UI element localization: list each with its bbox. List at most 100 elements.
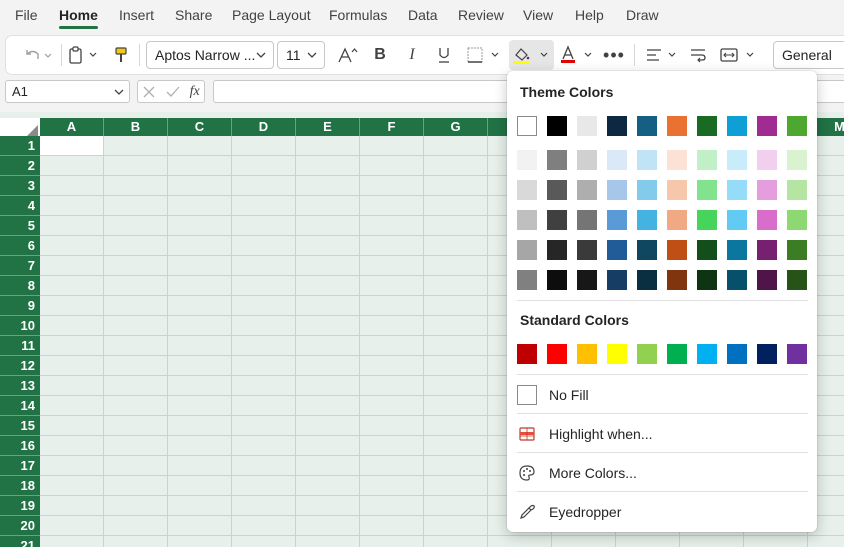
theme-color-swatch[interactable] — [757, 210, 777, 230]
theme-color-swatch[interactable] — [727, 270, 747, 290]
tab-page-layout[interactable]: Page Layout — [232, 7, 311, 23]
theme-color-swatch[interactable] — [667, 180, 687, 200]
row-header-1[interactable]: 1 — [0, 136, 40, 156]
theme-color-swatch[interactable] — [787, 150, 807, 170]
theme-color-swatch[interactable] — [727, 210, 747, 230]
theme-color-swatch[interactable] — [577, 150, 597, 170]
number-format-combo[interactable]: General — [773, 41, 844, 69]
row-header-10[interactable]: 10 — [0, 316, 40, 336]
theme-color-swatch[interactable] — [607, 270, 627, 290]
row-header-8[interactable]: 8 — [0, 276, 40, 296]
row-header-6[interactable]: 6 — [0, 236, 40, 256]
font-size-combo[interactable]: 11 — [277, 41, 325, 69]
standard-color-swatch[interactable] — [637, 344, 657, 364]
row-header-15[interactable]: 15 — [0, 416, 40, 436]
theme-color-swatch[interactable] — [547, 150, 567, 170]
cancel-icon[interactable] — [142, 85, 156, 99]
standard-color-swatch[interactable] — [607, 344, 627, 364]
standard-color-swatch[interactable] — [667, 344, 687, 364]
theme-color-swatch[interactable] — [697, 210, 717, 230]
format-painter-button[interactable] — [110, 40, 132, 70]
row-header-3[interactable]: 3 — [0, 176, 40, 196]
paste-button[interactable] — [66, 40, 102, 70]
no-fill-item[interactable]: No Fill — [517, 379, 808, 411]
theme-color-swatch[interactable] — [607, 210, 627, 230]
active-cell-a1[interactable] — [40, 136, 104, 156]
theme-color-swatch[interactable] — [577, 270, 597, 290]
theme-color-swatch[interactable] — [697, 180, 717, 200]
column-header-c[interactable]: C — [168, 118, 232, 136]
theme-color-swatch[interactable] — [517, 210, 537, 230]
standard-color-swatch[interactable] — [697, 344, 717, 364]
theme-color-swatch[interactable] — [697, 150, 717, 170]
tab-share[interactable]: Share — [175, 7, 212, 23]
row-header-16[interactable]: 16 — [0, 436, 40, 456]
theme-color-swatch[interactable] — [697, 116, 717, 136]
column-header-e[interactable]: E — [296, 118, 360, 136]
theme-color-swatch[interactable] — [547, 210, 567, 230]
theme-color-swatch[interactable] — [517, 180, 537, 200]
row-header-21[interactable]: 21 — [0, 536, 40, 547]
standard-color-swatch[interactable] — [727, 344, 747, 364]
check-icon[interactable] — [165, 85, 181, 99]
row-header-4[interactable]: 4 — [0, 196, 40, 216]
theme-color-swatch[interactable] — [637, 240, 657, 260]
align-button[interactable] — [642, 40, 682, 70]
theme-color-swatch[interactable] — [547, 240, 567, 260]
row-header-2[interactable]: 2 — [0, 156, 40, 176]
theme-color-swatch[interactable] — [727, 116, 747, 136]
theme-color-swatch[interactable] — [607, 116, 627, 136]
fill-color-button[interactable] — [509, 40, 554, 70]
standard-color-swatch[interactable] — [577, 344, 597, 364]
theme-color-swatch[interactable] — [547, 270, 567, 290]
row-header-7[interactable]: 7 — [0, 256, 40, 276]
theme-color-swatch[interactable] — [547, 180, 567, 200]
tab-help[interactable]: Help — [575, 7, 604, 23]
font-name-combo[interactable]: Aptos Narrow ... — [146, 41, 274, 69]
undo-button[interactable] — [18, 40, 58, 70]
row-header-19[interactable]: 19 — [0, 496, 40, 516]
row-header-14[interactable]: 14 — [0, 396, 40, 416]
standard-color-swatch[interactable] — [547, 344, 567, 364]
theme-color-swatch[interactable] — [697, 240, 717, 260]
fx-icon[interactable]: fx — [190, 84, 200, 100]
theme-color-swatch[interactable] — [787, 116, 807, 136]
more-options-button[interactable]: ••• — [602, 40, 626, 70]
row-header-13[interactable]: 13 — [0, 376, 40, 396]
row-header-17[interactable]: 17 — [0, 456, 40, 476]
row-header-12[interactable]: 12 — [0, 356, 40, 376]
tab-formulas[interactable]: Formulas — [329, 7, 387, 23]
theme-color-swatch[interactable] — [577, 240, 597, 260]
merge-button[interactable] — [718, 40, 760, 70]
tab-data[interactable]: Data — [408, 7, 438, 23]
theme-color-swatch[interactable] — [637, 180, 657, 200]
theme-color-swatch[interactable] — [577, 210, 597, 230]
theme-color-swatch[interactable] — [667, 150, 687, 170]
theme-color-swatch[interactable] — [727, 240, 747, 260]
row-header-11[interactable]: 11 — [0, 336, 40, 356]
theme-color-swatch[interactable] — [667, 270, 687, 290]
theme-color-swatch[interactable] — [757, 240, 777, 260]
theme-color-swatch[interactable] — [757, 116, 777, 136]
font-color-button[interactable] — [558, 40, 598, 70]
increase-font-button[interactable] — [336, 40, 360, 70]
standard-color-swatch[interactable] — [787, 344, 807, 364]
theme-color-swatch[interactable] — [787, 240, 807, 260]
theme-color-swatch[interactable] — [577, 116, 597, 136]
eyedropper-item[interactable]: Eyedropper — [517, 496, 808, 528]
column-header-a[interactable]: A — [40, 118, 104, 136]
underline-button[interactable] — [432, 40, 456, 70]
row-header-18[interactable]: 18 — [0, 476, 40, 496]
row-header-5[interactable]: 5 — [0, 216, 40, 236]
highlight-when-item[interactable]: Highlight when... — [517, 418, 808, 450]
theme-color-swatch[interactable] — [547, 116, 567, 136]
row-header-20[interactable]: 20 — [0, 516, 40, 536]
borders-button[interactable] — [464, 40, 504, 70]
standard-color-swatch[interactable] — [517, 344, 537, 364]
wrap-text-button[interactable] — [686, 40, 710, 70]
italic-button[interactable]: I — [400, 40, 424, 70]
theme-color-swatch[interactable] — [727, 180, 747, 200]
theme-color-swatch[interactable] — [517, 116, 537, 136]
theme-color-swatch[interactable] — [637, 270, 657, 290]
column-header-d[interactable]: D — [232, 118, 296, 136]
